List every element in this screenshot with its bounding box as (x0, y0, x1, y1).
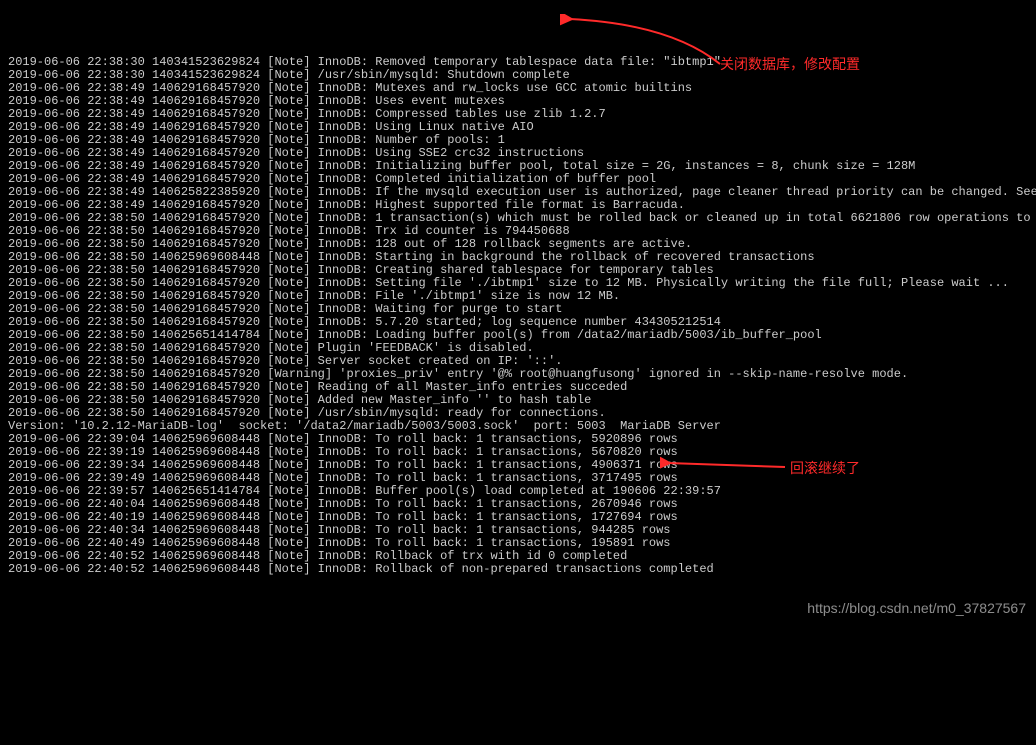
log-line: 2019-06-06 22:40:52 140625969608448 [Not… (8, 563, 1028, 576)
watermark: https://blog.csdn.net/m0_37827567 (807, 602, 1026, 615)
annotation-rollback: 回滚继续了 (790, 462, 860, 475)
log-output: 2019-06-06 22:38:30 140341523629824 [Not… (8, 56, 1028, 576)
annotation-shutdown: 关闭数据库，修改配置 (720, 58, 860, 71)
